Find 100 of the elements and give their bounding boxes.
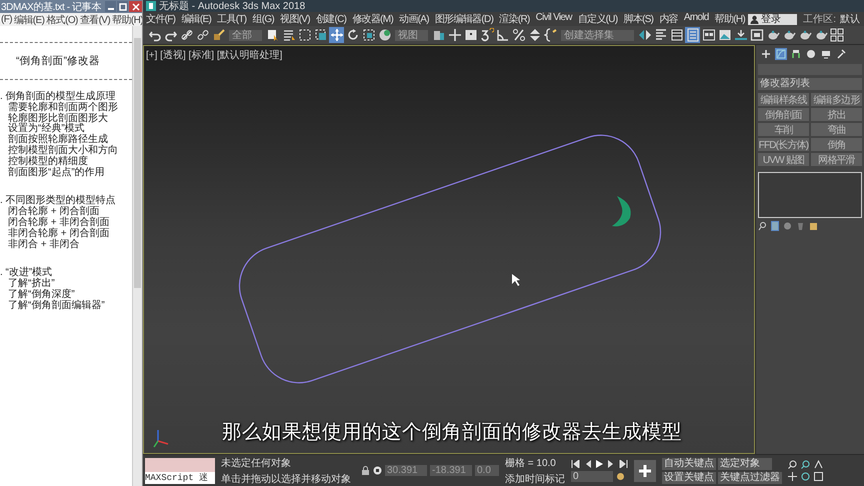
modifier-stack[interactable] <box>758 172 862 218</box>
zoom-icon[interactable] <box>788 460 798 469</box>
text-line: 需要轮廓和剖面两个图形 <box>7 102 119 113</box>
window-icon[interactable] <box>749 27 764 43</box>
text-line: 剖面按照轮廓路径生成 <box>7 135 108 146</box>
snap-icon[interactable] <box>479 27 494 43</box>
user-icon <box>750 14 760 24</box>
orbit-icon[interactable] <box>801 472 811 481</box>
display-tab-icon[interactable] <box>820 48 832 60</box>
grid-icon[interactable] <box>829 27 844 43</box>
menu-item[interactable]: 帮助(H) <box>112 13 142 26</box>
pin-icon[interactable] <box>758 221 767 231</box>
menu-item[interactable]: 内容 <box>656 12 681 26</box>
sphere-icon[interactable] <box>377 27 392 43</box>
sign-in-dropdown[interactable]: 登录 <box>748 14 798 24</box>
workspace-label: 工作区: <box>803 13 836 26</box>
text-line: 非闭合轮廓 + 闭合剖面 <box>7 228 110 239</box>
text-line: 了解“倒角深度” <box>7 290 75 300</box>
text-line: 闭合轮廓 + 闭合剖面 <box>7 207 100 218</box>
crosshair-icon[interactable] <box>447 27 462 43</box>
text-line: 控制模型剖面大小和方向 <box>7 146 119 156</box>
menu-item[interactable]: Arnold <box>680 12 712 26</box>
grid-panel-icon[interactable] <box>701 27 716 43</box>
prompt-text: 单击并拖动以选择并移动对象 <box>221 472 352 486</box>
text-line: . 倒角剖面的模型生成原理 <box>0 92 117 102</box>
set-key-icon[interactable] <box>634 460 656 482</box>
menu-item[interactable]: 动画(A) <box>396 12 432 26</box>
menu-item[interactable]: (F) <box>1 14 12 25</box>
angle-snap-icon[interactable] <box>495 27 510 43</box>
window-title: 无标题 - Autodesk 3ds Max 2018 <box>159 0 306 13</box>
rect-select-icon[interactable] <box>297 27 312 43</box>
selection-status: 未选定任何对象 <box>221 456 292 470</box>
cursor-icon <box>512 274 520 286</box>
minimize-icon[interactable] <box>105 1 116 12</box>
hierarchy-tab-icon[interactable] <box>790 48 802 60</box>
move-icon[interactable] <box>329 27 344 43</box>
menu-item[interactable]: 创建(C) <box>312 12 350 26</box>
layers-icon[interactable] <box>669 27 684 43</box>
maximize-icon[interactable] <box>117 1 128 12</box>
menu-item[interactable]: 脚本(S) <box>620 12 656 26</box>
axis-tripod-icon <box>153 430 168 448</box>
crossing-icon[interactable] <box>313 27 328 43</box>
play-icon[interactable] <box>595 460 604 468</box>
menu-item[interactable]: Civil View <box>532 12 575 26</box>
menu-item[interactable]: 图形编辑器(D) <box>432 12 496 26</box>
align-icon[interactable] <box>653 27 668 43</box>
menu-item[interactable]: 组(G) <box>249 12 278 26</box>
modifier-list-dropdown[interactable]: 修改器列表 <box>758 78 862 90</box>
select-icon[interactable] <box>265 27 280 43</box>
viewport[interactable]: [+] [透视] [标准] [默认明暗处理] 那么如果想使用的这个倒角剖面的修改器去生成模型 <box>143 45 755 454</box>
text-line: 了解“挤出” <box>7 279 55 290</box>
menu-item[interactable]: 帮助(H) <box>712 12 748 26</box>
create-tab-icon[interactable] <box>760 48 772 60</box>
curve-spline[interactable] <box>612 196 631 226</box>
pan-icon[interactable] <box>788 472 798 481</box>
close-icon[interactable] <box>129 1 142 12</box>
add-time-tag-button[interactable]: 添加时间标记 <box>505 472 565 486</box>
scrollbar[interactable] <box>132 26 142 486</box>
menu-item[interactable]: 格式(O) <box>46 13 78 26</box>
text-line: 非闭合 + 非闭合 <box>7 240 80 250</box>
viewport-label[interactable]: [+] [透视] [标准] [默认明暗处理] <box>146 48 282 62</box>
text-line: . 不同图形类型的模型特点 <box>0 196 117 206</box>
mirror-icon[interactable] <box>637 27 652 43</box>
zoom-all-icon[interactable] <box>801 460 811 469</box>
app-icon <box>146 1 156 11</box>
menu-item[interactable]: 工具(T) <box>214 12 250 26</box>
text-line: 轮廓图形比剖面图形大 <box>7 114 109 124</box>
utilities-tab-icon[interactable] <box>835 48 847 60</box>
key-mode-dropdown[interactable]: 选定对象 <box>718 458 772 470</box>
motion-tab-icon[interactable] <box>805 48 817 60</box>
menu-item[interactable]: 渲染(R) <box>496 12 533 26</box>
menu-item[interactable]: 修改器(M) <box>349 12 396 26</box>
workspace-dropdown[interactable]: 默认 <box>840 12 860 26</box>
go-to-start-icon[interactable] <box>571 460 580 468</box>
image-icon[interactable] <box>717 27 732 43</box>
maximize-viewport-icon[interactable] <box>814 472 824 481</box>
text-line: 闭合轮廓 + 非闭合剖面 <box>7 218 110 228</box>
menu-item[interactable]: 编辑(E) <box>14 13 44 26</box>
menu-item[interactable]: 自定义(U) <box>574 12 620 26</box>
menu-item[interactable]: 文件(F) <box>143 12 178 26</box>
key-filters-button[interactable]: 关键点过滤器 <box>718 472 782 484</box>
text-line: . “改进”模式 <box>0 268 54 278</box>
percent-icon[interactable] <box>511 27 526 43</box>
grid-size-text: 栅格 = 10.0 <box>505 456 557 470</box>
current-frame-field[interactable]: 0 <box>571 470 613 482</box>
menu-item[interactable]: 查看(V) <box>80 13 110 26</box>
menu-item[interactable]: 视图(V) <box>277 12 313 26</box>
set-key-button[interactable]: 设置关键点 <box>662 472 716 484</box>
link-icon[interactable] <box>179 27 194 43</box>
scale-icon[interactable] <box>361 27 376 43</box>
window-title: 3DMAX的基.txt - 记事本 <box>1 0 102 14</box>
subtitle: 那么如果想使用的这个倒角剖面的修改器去生成模型 <box>222 420 682 445</box>
text-line: 设置为“经典”模式 <box>7 124 85 134</box>
unlink-icon[interactable] <box>195 27 210 43</box>
lock-icon[interactable] <box>361 466 370 475</box>
text-line: 剖面图形“起点”的作用 <box>7 168 106 178</box>
auto-key-button[interactable]: 自动关键点 <box>662 458 716 470</box>
text-line: 了解“倒角剖面编辑器” <box>7 300 106 312</box>
menu-item[interactable]: 编辑(E) <box>178 12 214 26</box>
go-to-end-icon[interactable] <box>619 460 628 468</box>
